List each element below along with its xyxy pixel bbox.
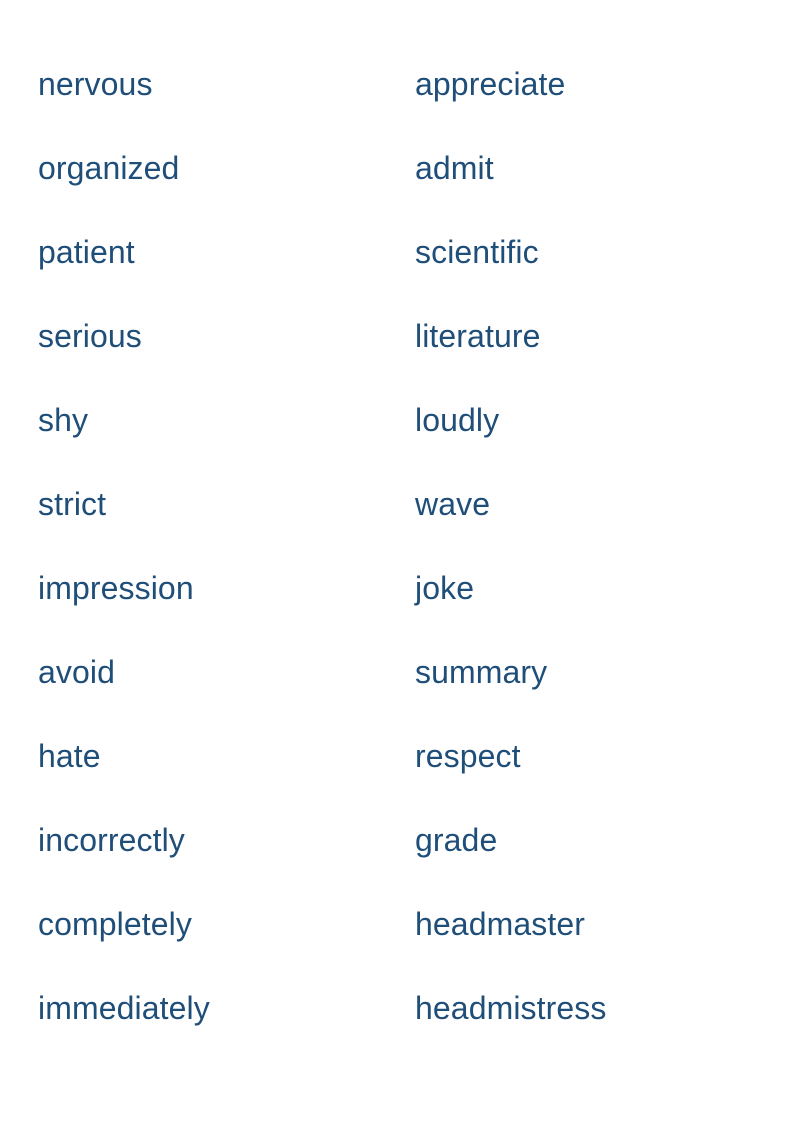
word-list-page: nervous appreciate organized admit patie… — [0, 0, 800, 1132]
word-item: wave — [415, 486, 491, 522]
vocabulary-word-grid: nervous appreciate organized admit patie… — [38, 65, 762, 1073]
word-item: serious — [38, 318, 142, 354]
word-item: admit — [415, 150, 494, 186]
word-item: completely — [38, 906, 192, 942]
word-item: headmistress — [415, 990, 607, 1026]
word-item: impression — [38, 570, 194, 606]
word-item: strict — [38, 486, 107, 522]
word-item: avoid — [38, 654, 115, 690]
word-item: immediately — [38, 990, 210, 1026]
word-item: joke — [415, 570, 475, 606]
word-item: literature — [415, 318, 541, 354]
word-item: grade — [415, 822, 498, 858]
word-item: respect — [415, 738, 521, 774]
word-item: hate — [38, 738, 101, 774]
word-item: incorrectly — [38, 822, 185, 858]
word-item: headmaster — [415, 906, 585, 942]
word-item: patient — [38, 234, 135, 270]
word-item: appreciate — [415, 66, 566, 102]
word-item: shy — [38, 402, 89, 438]
word-item: loudly — [415, 402, 500, 438]
word-item: organized — [38, 150, 180, 186]
word-item: scientific — [415, 234, 539, 270]
word-item: summary — [415, 654, 548, 690]
word-item: nervous — [38, 66, 153, 102]
